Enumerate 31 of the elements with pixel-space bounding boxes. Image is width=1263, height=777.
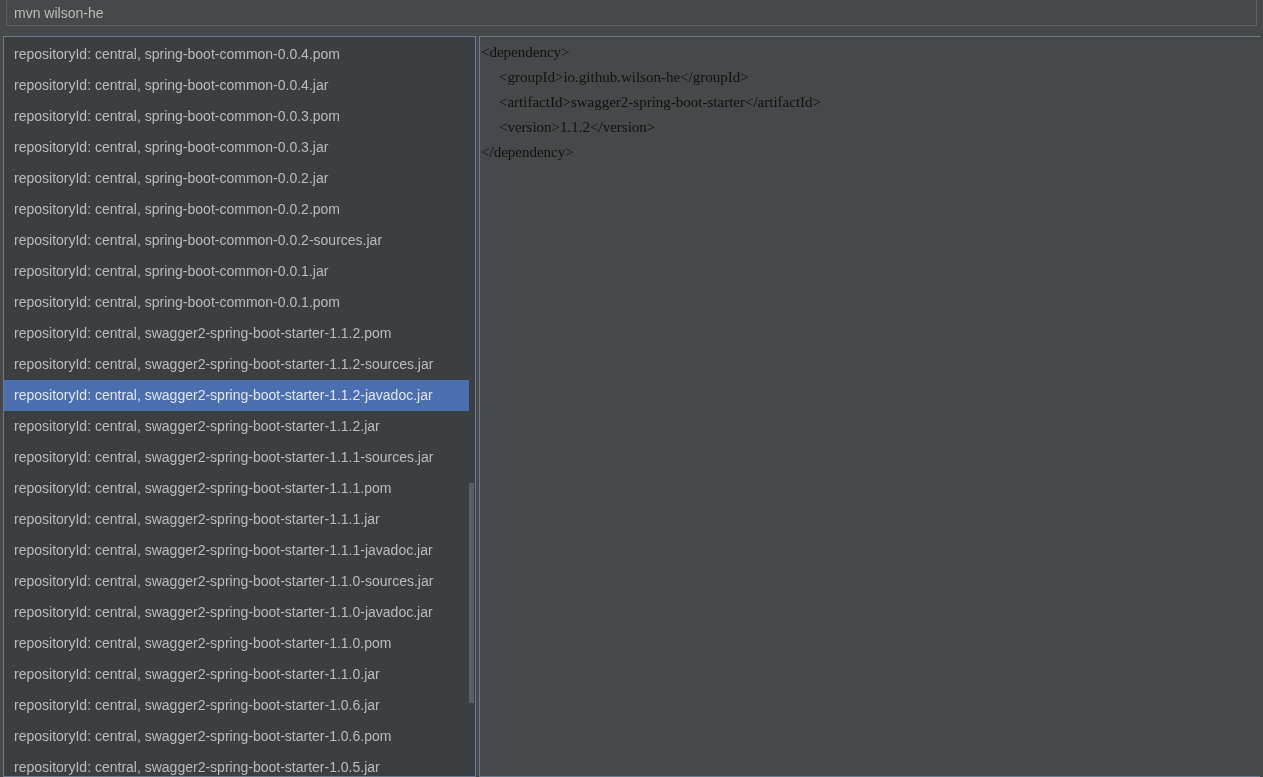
search-field[interactable]: mvn wilson-he [6, 0, 1257, 26]
scrollbar-thumb[interactable] [469, 483, 474, 703]
code-line: <groupId>io.github.wilson-he</groupId> [499, 68, 749, 87]
list-item[interactable]: repositoryId: central, swagger2-spring-boot-starter-1.1.0.pom [4, 628, 469, 659]
list-item[interactable]: repositoryId: central, spring-boot-common-0.0.1.jar [4, 256, 469, 287]
code-line: <dependency> [481, 43, 570, 62]
list-item[interactable]: repositoryId: central, swagger2-spring-boot-starter-1.1.2-sources.jar [4, 349, 469, 380]
list-item[interactable]: repositoryId: central, swagger2-spring-boot-starter-1.1.2.jar [4, 411, 469, 442]
list-item[interactable]: repositoryId: central, swagger2-spring-boot-starter-1.1.1.pom [4, 473, 469, 504]
list-item[interactable]: repositoryId: central, swagger2-spring-boot-starter-1.1.2.pom [4, 318, 469, 349]
code-line: <artifactId>swagger2-spring-boot-starter</artifactId> [499, 93, 822, 112]
list-item[interactable]: repositoryId: central, spring-boot-common-0.0.4.jar [4, 70, 469, 101]
list-item[interactable]: repositoryId: central, swagger2-spring-boot-starter-1.1.1-sources.jar [4, 442, 469, 473]
list-item[interactable]: repositoryId: central, spring-boot-common-0.0.2-sources.jar [4, 225, 469, 256]
list-item[interactable]: repositoryId: central, swagger2-spring-boot-starter-1.1.2-javadoc.jar [4, 380, 469, 411]
list-item[interactable]: repositoryId: central, spring-boot-common-0.0.2.pom [4, 194, 469, 225]
list-item[interactable]: repositoryId: central, spring-boot-common-0.0.4.pom [4, 39, 469, 70]
list-item[interactable]: repositoryId: central, spring-boot-common-0.0.2.jar [4, 163, 469, 194]
list-item[interactable]: repositoryId: central, swagger2-spring-boot-starter-1.1.1-javadoc.jar [4, 535, 469, 566]
list-item[interactable]: repositoryId: central, spring-boot-common-0.0.1.pom [4, 287, 469, 318]
list-item[interactable]: repositoryId: central, swagger2-spring-boot-starter-1.1.1.jar [4, 504, 469, 535]
list-item[interactable]: repositoryId: central, spring-boot-common-0.0.3.pom [4, 101, 469, 132]
list-item[interactable]: repositoryId: central, swagger2-spring-boot-starter-1.1.0-javadoc.jar [4, 597, 469, 628]
list-item[interactable]: repositoryId: central, swagger2-spring-boot-starter-1.0.5.jar [4, 752, 469, 776]
code-line: </dependency> [481, 143, 574, 162]
list-item[interactable]: repositoryId: central, swagger2-spring-boot-starter-1.0.6.jar [4, 690, 469, 721]
list-item[interactable]: repositoryId: central, spring-boot-common-0.0.3.jar [4, 132, 469, 163]
list-item[interactable]: repositoryId: central, swagger2-spring-boot-starter-1.1.0.jar [4, 659, 469, 690]
code-line: <version>1.1.2</version> [499, 118, 656, 137]
list-item[interactable]: repositoryId: central, swagger2-spring-boot-starter-1.1.0-sources.jar [4, 566, 469, 597]
list-item[interactable]: repositoryId: central, swagger2-spring-boot-starter-1.0.6.pom [4, 721, 469, 752]
